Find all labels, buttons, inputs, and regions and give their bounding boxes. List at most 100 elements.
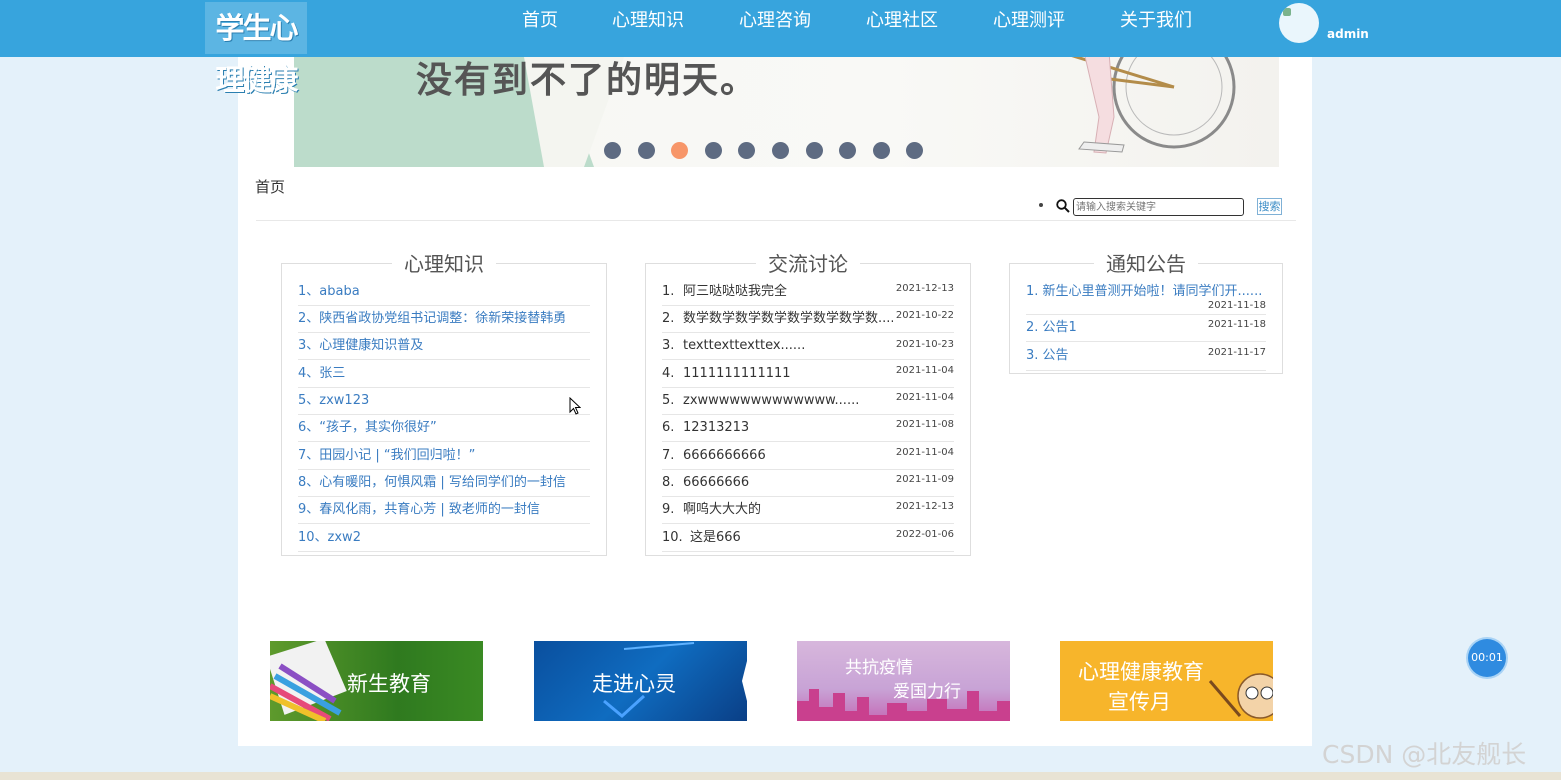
tile-label-line2: 爱国力行 xyxy=(893,682,961,702)
list-item[interactable]: 2. 数学数学数学数学数学数学数学数...... 2021-10-22 xyxy=(662,305,954,333)
item-date: 2021-12-13 xyxy=(895,501,954,512)
list-item[interactable]: 4. 1111111111111 2021-11-04 xyxy=(662,360,954,388)
tile-label: 新生教育 xyxy=(347,672,431,696)
carousel-dot[interactable] xyxy=(906,142,923,159)
list-item-link[interactable]: 10、zxw2 xyxy=(298,524,361,551)
floating-timer[interactable]: 00:01 xyxy=(1468,639,1506,677)
list-item[interactable]: 2. 公告1 2021-11-18 xyxy=(1026,314,1266,342)
carousel-dot-active[interactable] xyxy=(671,142,688,159)
site-logo[interactable]: 学生心理健康 xyxy=(205,2,307,97)
item-date: 2021-12-13 xyxy=(895,283,954,294)
list-item-link[interactable]: 9、春风化雨，共育心芳 | 致老师的一封信 xyxy=(298,496,540,523)
item-title[interactable]: 6666666666 xyxy=(683,442,766,469)
carousel-dot[interactable] xyxy=(772,142,789,159)
list-item[interactable]: 5. zxwwwwwwwwwwwww...... 2021-11-04 xyxy=(662,387,954,415)
list-item[interactable]: 1. 新生心里普测开始啦！请同学们开...... 2021-11-18 xyxy=(1026,278,1266,315)
notice-date: 2021-11-18 xyxy=(1207,300,1266,311)
list-item[interactable]: 7. 6666666666 2021-11-04 xyxy=(662,442,954,470)
item-number: 3. xyxy=(662,338,675,353)
tile-into-the-heart[interactable]: 走进心灵 xyxy=(534,641,747,721)
list-item[interactable]: 10、zxw2 xyxy=(298,524,590,552)
item-title[interactable]: texttexttexttex...... xyxy=(683,332,805,359)
item-date: 2021-11-08 xyxy=(895,419,954,430)
list-item[interactable]: 7、田园小记 | “我们回归啦！” xyxy=(298,442,590,470)
discussion-title: 交流讨论 xyxy=(756,248,860,277)
item-number: 10. xyxy=(662,530,683,545)
divider xyxy=(256,220,1296,221)
tile-fight-epidemic[interactable]: 共抗疫情 爱国力行 xyxy=(797,641,1010,721)
item-date: 2021-11-09 xyxy=(895,474,954,485)
notice-link[interactable]: 2. 公告1 xyxy=(1026,314,1077,341)
list-item[interactable]: 8. 66666666 2021-11-09 xyxy=(662,469,954,497)
carousel-dot[interactable] xyxy=(873,142,890,159)
item-number: 1. xyxy=(662,284,675,299)
list-item[interactable]: 9. 啊呜大大大的 2021-12-13 xyxy=(662,496,954,524)
list-item[interactable]: 9、春风化雨，共育心芳 | 致老师的一封信 xyxy=(298,496,590,524)
nav-consulting[interactable]: 心理咨询 xyxy=(739,0,811,41)
carousel-dot[interactable] xyxy=(806,142,823,159)
banner-slogan: 没有到不了的明天。 xyxy=(416,59,759,101)
nav-about[interactable]: 关于我们 xyxy=(1120,0,1192,41)
top-navbar: 学生心理健康 首页 心理知识 心理咨询 心理社区 心理测评 关于我们 admin xyxy=(0,0,1561,97)
item-date: 2022-01-06 xyxy=(895,529,954,540)
item-title[interactable]: 66666666 xyxy=(683,469,749,496)
breadcrumb[interactable]: 首页 xyxy=(255,176,285,197)
list-item[interactable]: 1. 阿三哒哒哒我完全 2021-12-13 xyxy=(662,278,954,306)
item-date: 2021-11-04 xyxy=(895,365,954,376)
nav-knowledge[interactable]: 心理知识 xyxy=(612,0,684,41)
list-item[interactable]: 3. texttexttexttex...... 2021-10-23 xyxy=(662,332,954,360)
notice-link[interactable]: 3. 公告 xyxy=(1026,342,1069,369)
nav-assessment[interactable]: 心理测评 xyxy=(993,0,1065,41)
username-label[interactable]: admin xyxy=(1327,27,1369,41)
tile-freshman-education[interactable]: 新生教育 xyxy=(270,641,483,721)
list-item[interactable]: 5、zxw123 xyxy=(298,387,590,415)
carousel-dot[interactable] xyxy=(738,142,755,159)
item-number: 5. xyxy=(662,393,675,408)
tile-mental-health-month[interactable]: 心理健康教育 宣传月 xyxy=(1060,641,1273,721)
list-item[interactable]: 4、张三 xyxy=(298,360,590,388)
list-item-link[interactable]: 7、田园小记 | “我们回归啦！” xyxy=(298,442,475,469)
item-title[interactable]: 12313213 xyxy=(683,414,749,441)
item-title[interactable]: 数学数学数学数学数学数学数学数...... xyxy=(683,305,893,332)
search-input[interactable] xyxy=(1073,198,1244,216)
carousel-dot[interactable] xyxy=(638,142,655,159)
tile-label-line1: 共抗疫情 xyxy=(845,658,913,678)
item-date: 2021-11-04 xyxy=(895,447,954,458)
hero-carousel[interactable]: 没有到不了的明天。 xyxy=(294,57,1279,167)
user-avatar[interactable] xyxy=(1279,3,1319,43)
item-number: 9. xyxy=(662,502,675,517)
list-item[interactable]: 1、ababa xyxy=(298,278,590,306)
nav-community[interactable]: 心理社区 xyxy=(866,0,938,41)
list-item-link[interactable]: 6、“孩子，其实你很好” xyxy=(298,414,437,441)
item-title[interactable]: 1111111111111 xyxy=(683,360,791,387)
list-item[interactable]: 3. 公告 2021-11-17 xyxy=(1026,342,1266,371)
carousel-dot[interactable] xyxy=(604,142,621,159)
tile-label-line1: 心理健康教育 xyxy=(1078,660,1204,684)
item-title[interactable]: 阿三哒哒哒我完全 xyxy=(683,278,787,305)
item-date: 2021-10-22 xyxy=(895,310,954,321)
list-item[interactable]: 2、陕西省政协党组书记调整：徐新荣接替韩勇 xyxy=(298,305,590,333)
list-item-link[interactable]: 8、心有暖阳，何惧风霜 | 写给同学们的一封信 xyxy=(298,469,566,496)
list-item[interactable]: 6、“孩子，其实你很好” xyxy=(298,414,590,442)
carousel-dot[interactable] xyxy=(705,142,722,159)
list-item[interactable]: 8、心有暖阳，何惧风霜 | 写给同学们的一封信 xyxy=(298,469,590,497)
notices-title: 通知公告 xyxy=(1094,248,1198,277)
knowledge-title: 心理知识 xyxy=(392,248,496,277)
list-item-link[interactable]: 3、心理健康知识普及 xyxy=(298,332,423,359)
item-number: 8. xyxy=(662,475,675,490)
list-item-link[interactable]: 2、陕西省政协党组书记调整：徐新荣接替韩勇 xyxy=(298,305,566,332)
list-item-link[interactable]: 5、zxw123 xyxy=(298,387,369,414)
list-item[interactable]: 6. 12313213 2021-11-08 xyxy=(662,414,954,442)
watermark: CSDN @北友舰长 xyxy=(1322,740,1527,769)
item-number: 2. xyxy=(662,311,675,326)
item-title[interactable]: 啊呜大大大的 xyxy=(683,496,761,523)
item-title[interactable]: zxwwwwwwwwwwwww...... xyxy=(683,387,859,414)
nav-home[interactable]: 首页 xyxy=(522,0,558,41)
list-item[interactable]: 10. 这是666 2022-01-06 xyxy=(662,524,954,552)
list-item-link[interactable]: 1、ababa xyxy=(298,278,360,305)
carousel-dot[interactable] xyxy=(839,142,856,159)
search-button[interactable]: 搜索 xyxy=(1257,198,1282,215)
list-item[interactable]: 3、心理健康知识普及 xyxy=(298,332,590,360)
list-item-link[interactable]: 4、张三 xyxy=(298,360,345,387)
item-title[interactable]: 这是666 xyxy=(690,524,741,551)
